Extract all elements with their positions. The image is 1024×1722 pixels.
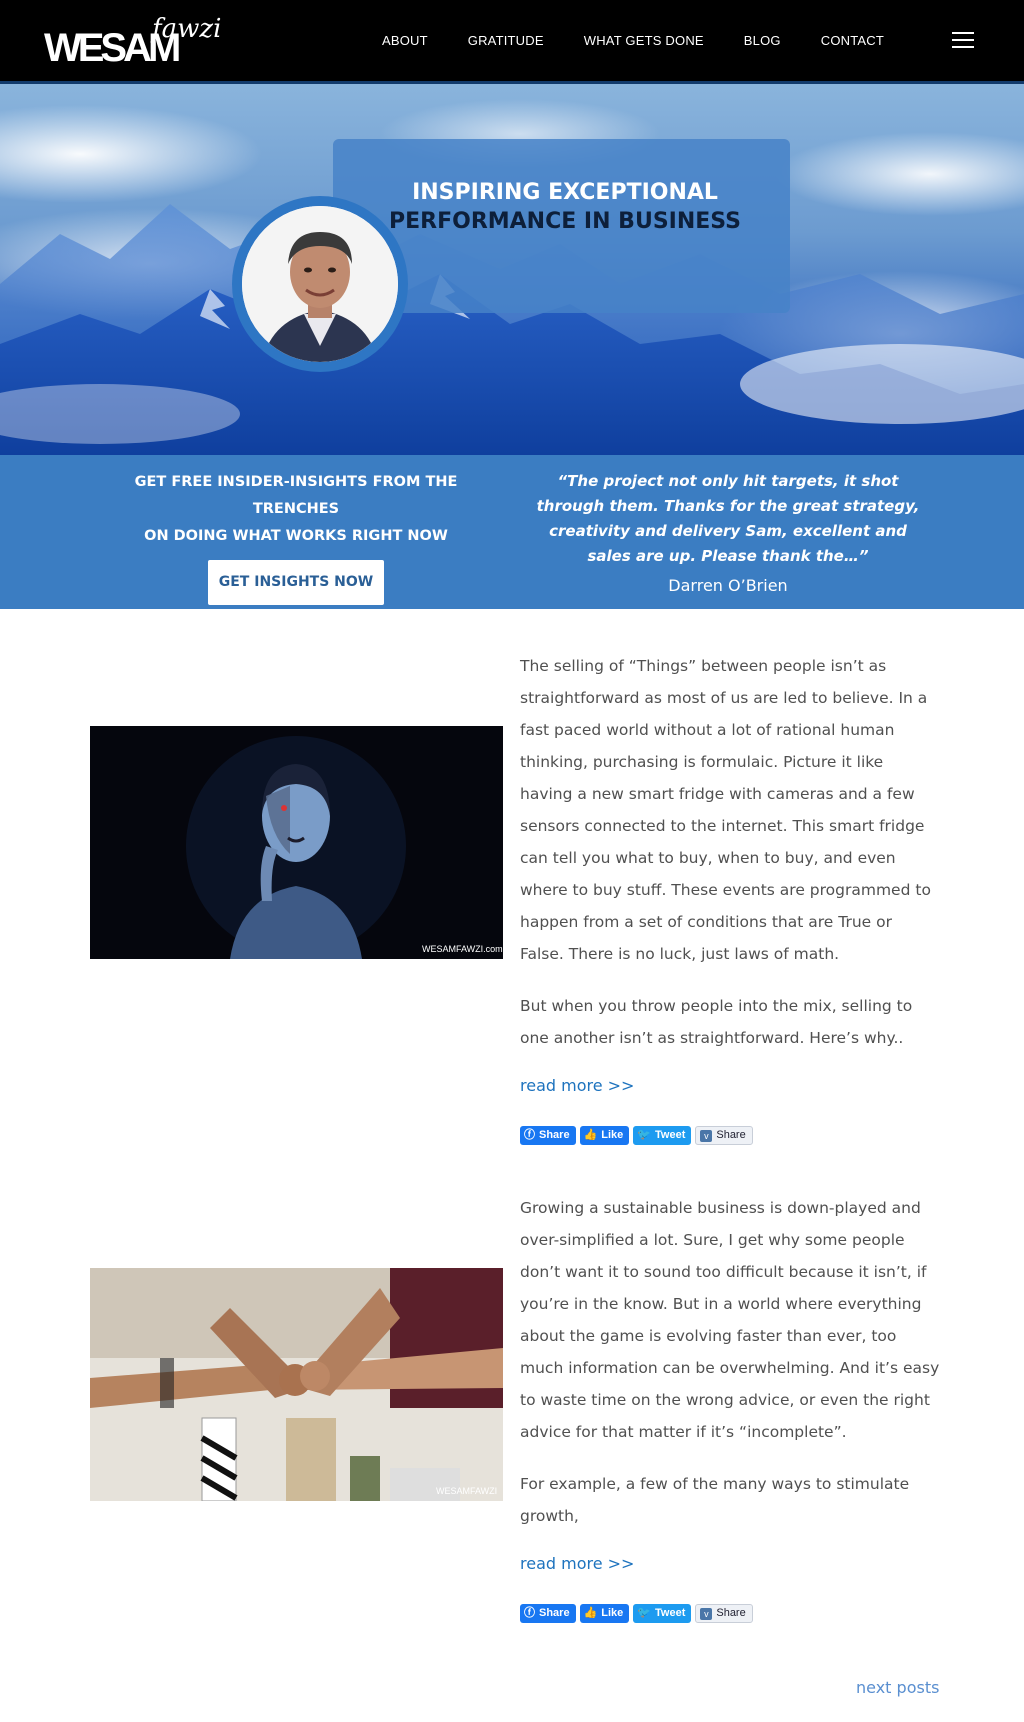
post-paragraph: For example, a few of the many ways to s… xyxy=(520,1475,910,1525)
read-more-link[interactable]: read more >> xyxy=(520,1076,634,1095)
nav-what-gets-done[interactable]: WHAT GETS DONE xyxy=(584,33,704,48)
hero-title-line2: PERFORMANCE IN BUSINESS xyxy=(389,209,741,234)
hamburger-menu-icon[interactable] xyxy=(952,32,974,48)
post-paragraph: The selling of “Things” between people i… xyxy=(520,657,931,963)
tweet-label: Tweet xyxy=(655,1129,686,1141)
vk-icon: v xyxy=(700,1607,713,1620)
social-share-bar: ⓕ Share 👍 Like 🐦 Tweet v Share xyxy=(520,1604,940,1623)
facebook-like-label: Like xyxy=(601,1607,624,1619)
social-share-bar: ⓕ Share 👍 Like 🐦 Tweet v Share xyxy=(520,1126,940,1145)
tweet-label: Tweet xyxy=(655,1607,686,1619)
vk-share-label: Share xyxy=(716,1607,746,1619)
insights-signup: GET FREE INSIDER-INSIGHTS FROM THE TRENC… xyxy=(96,469,496,605)
twitter-bird-icon: 🐦 xyxy=(637,1607,651,1619)
insights-heading: GET FREE INSIDER-INSIGHTS FROM THE TRENC… xyxy=(96,469,496,550)
get-insights-button[interactable]: GET INSIGHTS NOW xyxy=(208,560,384,605)
hero-title-line1: INSPIRING EXCEPTIONAL xyxy=(412,180,718,205)
tweet-button[interactable]: 🐦 Tweet xyxy=(633,1126,692,1145)
thumbs-up-icon: 👍 xyxy=(583,1607,598,1619)
post-image-watermark: WESAMFAWZI xyxy=(436,1486,497,1496)
post-paragraph: But when you throw people into the mix, … xyxy=(520,997,913,1047)
facebook-share-label: Share xyxy=(539,1129,570,1141)
nav-about[interactable]: ABOUT xyxy=(382,33,428,48)
read-more-link[interactable]: read more >> xyxy=(520,1554,634,1573)
facebook-like-label: Like xyxy=(601,1129,624,1141)
vk-icon: v xyxy=(700,1129,713,1142)
cyborg-woman-image: WESAMFAWZI.com xyxy=(90,726,503,959)
nav-gratitude[interactable]: GRATITUDE xyxy=(468,33,544,48)
nav-blog[interactable]: BLOG xyxy=(744,33,781,48)
testimonial-author: Darren O’Brien xyxy=(668,576,788,595)
nav-contact[interactable]: CONTACT xyxy=(821,33,884,48)
facebook-icon: ⓕ xyxy=(524,1607,535,1619)
post-image-cyborg[interactable]: WESAMFAWZI.com xyxy=(90,726,503,959)
testimonial-quote: “The project not only hit targets, it sh… xyxy=(536,472,920,565)
facebook-icon: ⓕ xyxy=(524,1129,535,1141)
site-logo[interactable]: WESAM fawzi xyxy=(44,14,221,68)
vk-share-label: Share xyxy=(716,1129,746,1141)
post-body: Growing a sustainable business is down-p… xyxy=(520,1192,940,1623)
portrait-image xyxy=(242,206,398,362)
tweet-button[interactable]: 🐦 Tweet xyxy=(633,1604,692,1623)
insights-heading-line2: ON DOING WHAT WORKS RIGHT NOW xyxy=(144,528,448,544)
vk-share-button[interactable]: v Share xyxy=(695,1126,753,1145)
post-paragraph: Growing a sustainable business is down-p… xyxy=(520,1199,940,1441)
main-nav: ABOUT GRATITUDE WHAT GETS DONE BLOG CONT… xyxy=(342,33,884,48)
post-image-watermark: WESAMFAWZI.com xyxy=(422,944,503,954)
next-posts-link[interactable]: next posts xyxy=(856,1678,939,1697)
facebook-like-button[interactable]: 👍 Like xyxy=(579,1604,630,1623)
site-header: WESAM fawzi ABOUT GRATITUDE WHAT GETS DO… xyxy=(0,0,1024,84)
post-body: The selling of “Things” between people i… xyxy=(520,650,940,1145)
insights-band: GET FREE INSIDER-INSIGHTS FROM THE TRENC… xyxy=(0,455,1024,609)
facebook-share-label: Share xyxy=(539,1607,570,1619)
hero-title: INSPIRING EXCEPTIONAL PERFORMANCE IN BUS… xyxy=(380,178,750,236)
vk-share-button[interactable]: v Share xyxy=(695,1604,753,1623)
logo-script-text: fawzi xyxy=(152,14,222,44)
facebook-share-button[interactable]: ⓕ Share xyxy=(520,1604,576,1623)
team-fistbump-image: WESAMFAWZI xyxy=(90,1268,503,1501)
thumbs-up-icon: 👍 xyxy=(583,1129,598,1141)
insights-heading-line1: GET FREE INSIDER-INSIGHTS FROM THE TRENC… xyxy=(134,474,458,517)
profile-photo xyxy=(242,206,398,362)
facebook-share-button[interactable]: ⓕ Share xyxy=(520,1126,576,1145)
facebook-like-button[interactable]: 👍 Like xyxy=(579,1126,630,1145)
post-image-team-fistbump[interactable]: WESAMFAWZI xyxy=(90,1268,503,1501)
testimonial: “The project not only hit targets, it sh… xyxy=(528,469,928,595)
twitter-bird-icon: 🐦 xyxy=(637,1129,651,1141)
hero-banner: INSPIRING EXCEPTIONAL PERFORMANCE IN BUS… xyxy=(0,84,1024,455)
